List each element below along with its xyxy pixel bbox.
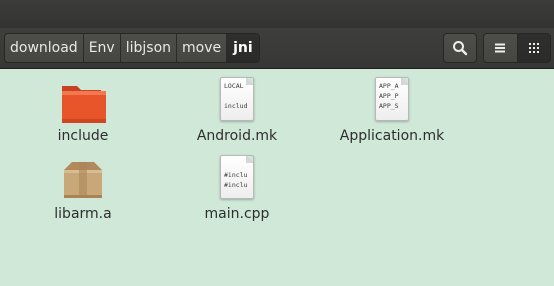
file-item-android-mk[interactable]: LOCAL includ Android.mk (182, 76, 292, 144)
text-file-icon: APP_A APP_P APP_S (367, 76, 417, 126)
file-item-application-mk[interactable]: APP_A APP_P APP_S Application.mk (337, 76, 447, 144)
window-titlebar (0, 0, 554, 28)
preview-line: #inclu (224, 181, 248, 189)
file-item-main-cpp[interactable]: #inclu #inclu main.cpp (182, 154, 292, 222)
breadcrumb-download[interactable]: download (5, 34, 84, 62)
file-label: Android.mk (196, 128, 278, 144)
file-item-libarm[interactable]: libarm.a (28, 154, 138, 222)
breadcrumb-move[interactable]: move (177, 34, 228, 62)
file-label: include (57, 128, 109, 144)
toolbar: download Env libjson move jni (0, 28, 554, 69)
list-view-icon (495, 43, 506, 53)
breadcrumb-env[interactable]: Env (84, 34, 121, 62)
preview-line: APP_S (379, 102, 399, 110)
archive-icon (64, 162, 102, 198)
file-label: libarm.a (54, 206, 112, 222)
breadcrumb: download Env libjson move jni (4, 33, 260, 63)
breadcrumb-libjson[interactable]: libjson (121, 34, 178, 62)
text-file-icon: LOCAL includ (212, 76, 262, 126)
preview-line: includ (224, 102, 248, 110)
grid-view-button[interactable] (516, 34, 550, 62)
grid-view-icon (528, 43, 539, 53)
folder-icon (62, 86, 106, 123)
file-item-include[interactable]: include (28, 76, 138, 144)
preview-line: LOCAL (224, 82, 244, 90)
view-switcher (483, 33, 551, 63)
file-label: Application.mk (339, 128, 445, 144)
search-icon (453, 41, 468, 56)
list-view-button[interactable] (484, 34, 517, 62)
file-label: main.cpp (204, 206, 270, 222)
breadcrumb-jni[interactable]: jni (227, 34, 259, 62)
source-file-icon: #inclu #inclu (212, 154, 262, 204)
preview-line: APP_P (379, 92, 399, 100)
preview-line: #inclu (224, 171, 248, 179)
search-button[interactable] (443, 33, 477, 63)
file-grid: include LOCAL includ Android.mk APP_A AP… (0, 69, 554, 286)
preview-line: APP_A (379, 82, 399, 90)
